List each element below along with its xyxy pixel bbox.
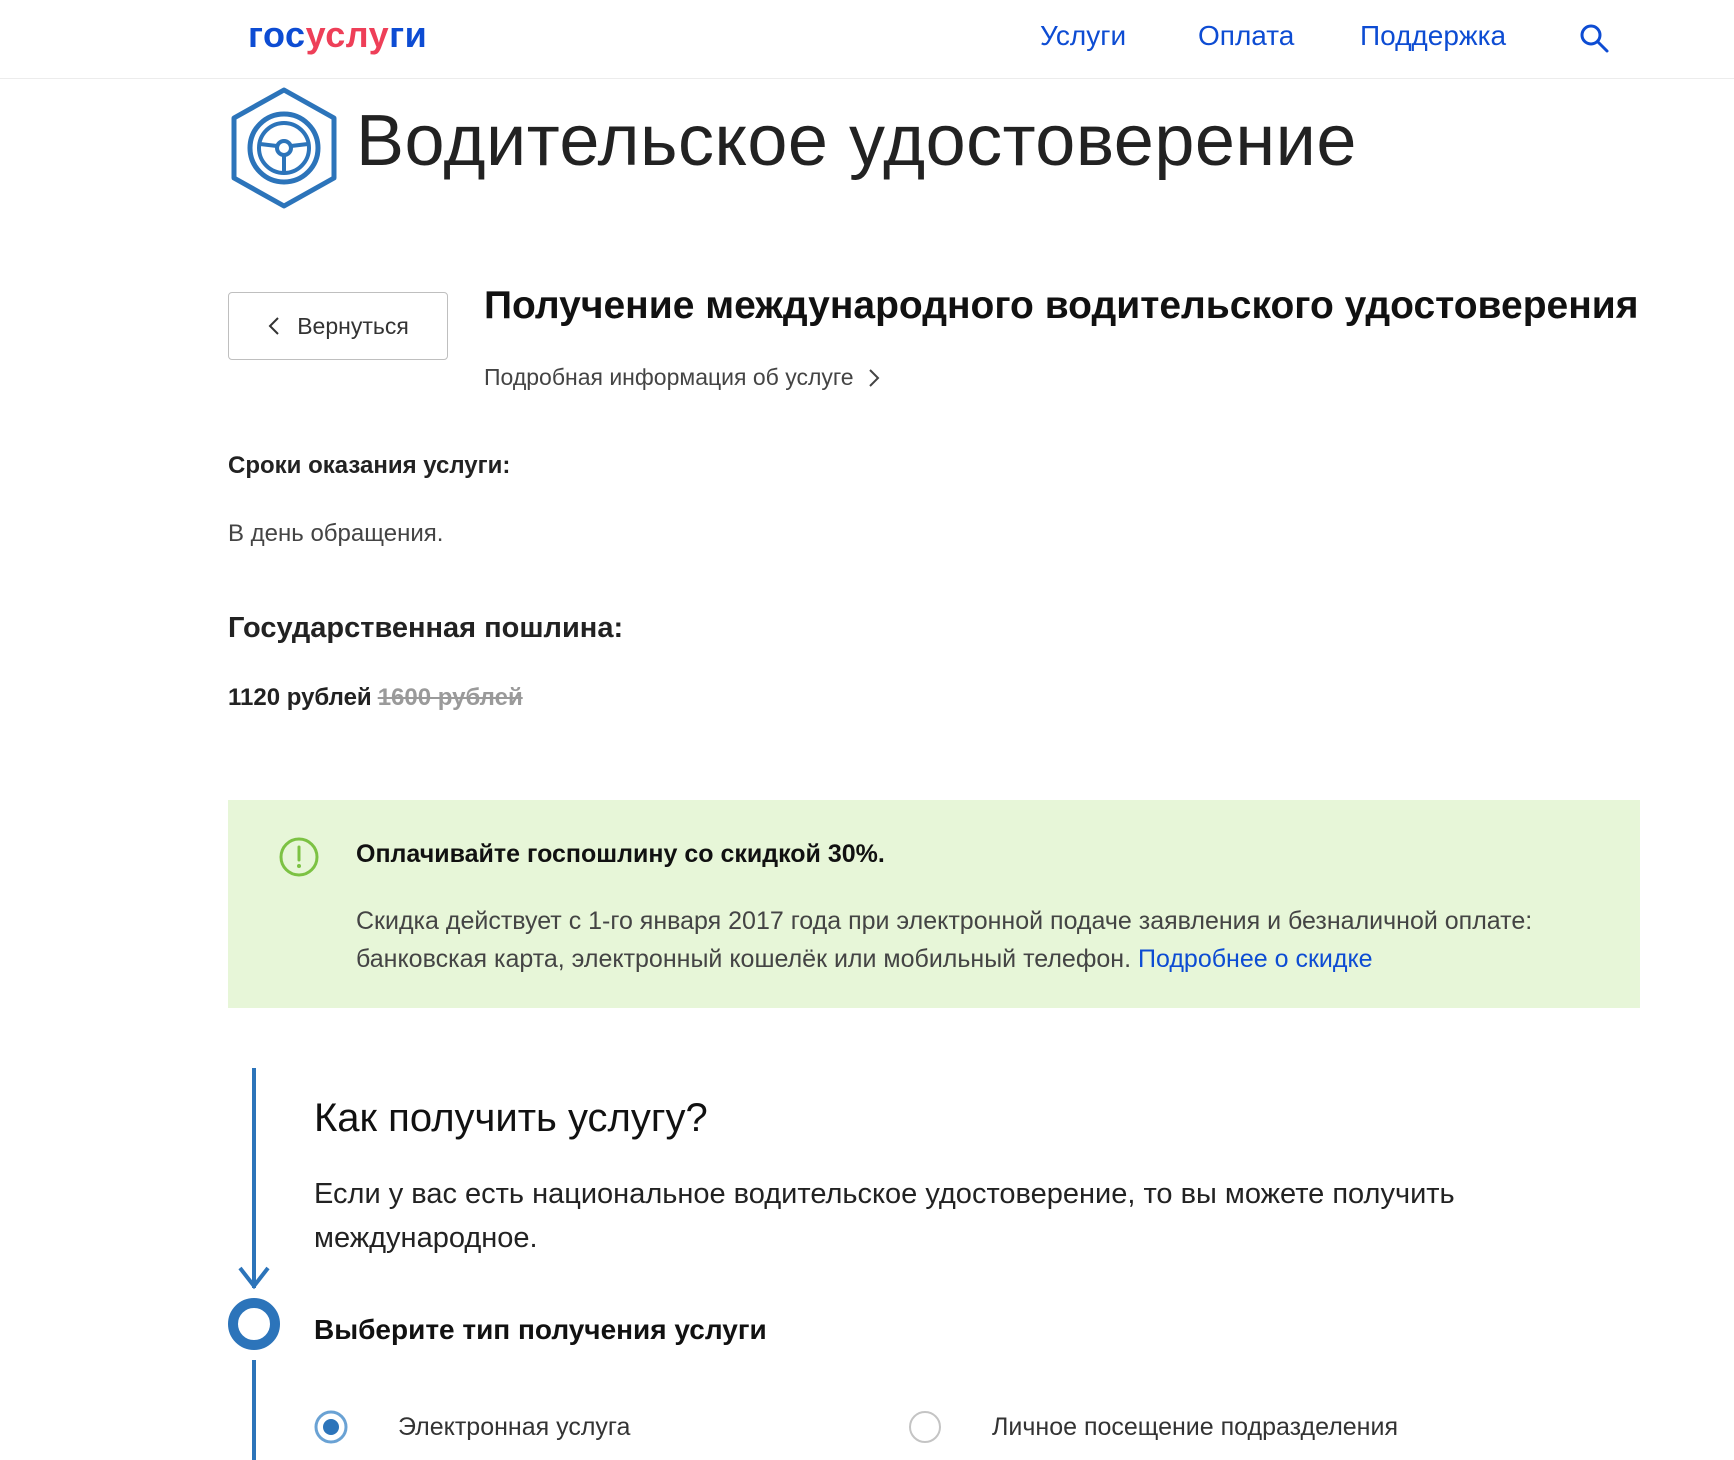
service-details-link[interactable]: Подробная информация об услуге — [484, 364, 880, 391]
how-to-text: Если у вас есть национальное водительско… — [314, 1178, 1455, 1254]
back-button[interactable]: Вернуться — [228, 292, 448, 360]
timeline-line-bottom — [252, 1360, 256, 1460]
radio-personal-visit-label: Личное посещение подразделения — [992, 1412, 1398, 1441]
logo-part-gos: гос — [248, 14, 306, 55]
terms-label: Сроки оказания услуги: — [228, 452, 511, 479]
step-title: Выберите тип получения услуги — [314, 1314, 767, 1345]
radio-unselected-icon — [909, 1411, 941, 1443]
radio-selected-icon — [314, 1410, 348, 1444]
radio-electronic-service[interactable]: Электронная услуга — [314, 1410, 630, 1444]
top-header: госуслуги Услуги Оплата Поддержка — [0, 0, 1734, 79]
logo-part-usl: услу — [305, 14, 390, 55]
fee-current-price: 1120 рублей — [228, 684, 372, 711]
logo-part-ru: ги — [389, 14, 428, 55]
search-icon — [1580, 24, 1609, 53]
nav-payment[interactable]: Оплата — [1198, 20, 1294, 52]
gosuslugi-logo[interactable]: госуслуги — [248, 14, 427, 56]
nav-support[interactable]: Поддержка — [1360, 20, 1506, 52]
step-marker-icon — [228, 1298, 280, 1350]
discount-text-block: Скидка действует с 1-го января 2017 года… — [356, 902, 1606, 978]
steering-wheel-icon — [226, 86, 342, 210]
terms-value: В день обращения. — [228, 520, 444, 547]
exclamation-circle-icon — [279, 837, 319, 877]
radio-electronic-label: Электронная услуга — [398, 1412, 631, 1441]
fee-price: 1120 рублей 1600 рублей — [228, 684, 523, 712]
arrow-down-icon — [238, 1266, 270, 1290]
timeline-line-top — [252, 1068, 256, 1288]
radio-personal-visit[interactable]: Личное посещение подразделения — [908, 1410, 1398, 1444]
search-button[interactable] — [1578, 22, 1610, 54]
chevron-left-icon — [268, 317, 279, 335]
discount-details-link[interactable]: Подробнее о скидке — [1138, 945, 1373, 973]
fee-label: Государственная пошлина: — [228, 612, 624, 644]
how-to-title: Как получить услугу? — [314, 1096, 708, 1140]
chevron-right-icon — [868, 368, 879, 387]
nav-services[interactable]: Услуги — [1040, 20, 1126, 52]
service-details-label: Подробная информация об услуге — [484, 364, 854, 390]
discount-banner: Оплачивайте госпошлину со скидкой 30%. С… — [228, 800, 1640, 1008]
discount-title: Оплачивайте госпошлину со скидкой 30%. — [356, 840, 885, 868]
page-title: Водительское удостоверение — [356, 101, 1357, 181]
back-button-label: Вернуться — [297, 312, 409, 339]
fee-old-price: 1600 рублей — [377, 684, 523, 711]
service-title: Получение международного водительского у… — [484, 284, 1639, 327]
